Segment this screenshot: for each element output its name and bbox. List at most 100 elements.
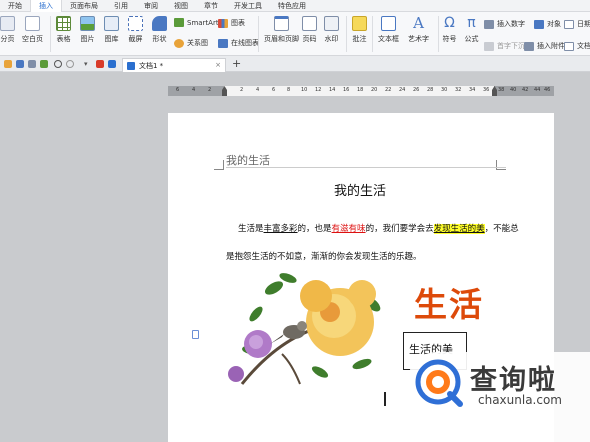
cloud-icon[interactable] xyxy=(108,60,116,68)
shapes-label: 形状 xyxy=(152,35,167,43)
paragraph-line-2[interactable]: 是抱怨生活的不如意，渐渐的你会发现生活的乐趣。 xyxy=(226,250,422,262)
ruler-number: 44 xyxy=(534,87,541,93)
first-drop-button[interactable]: 首字下沉 xyxy=(484,41,525,51)
date-button[interactable]: 日期 xyxy=(564,19,590,29)
table-button[interactable]: 表格 xyxy=(56,16,71,44)
crop-mark xyxy=(496,160,506,170)
page-number-button[interactable]: 页码 xyxy=(302,16,317,44)
doc-parts-label: 文档部 xyxy=(577,42,590,50)
ruler-number: 6 xyxy=(176,87,180,93)
close-tab-icon[interactable]: × xyxy=(215,61,221,69)
undo-icon[interactable] xyxy=(54,60,62,68)
text-cursor xyxy=(384,392,386,406)
print-icon[interactable] xyxy=(28,60,36,68)
gallery-icon xyxy=(104,16,119,31)
watermark-label: 水印 xyxy=(324,35,339,43)
tab-references[interactable]: 引用 xyxy=(106,0,136,12)
screenshot-button[interactable]: 截屏 xyxy=(128,16,143,44)
save-icon[interactable] xyxy=(16,60,24,68)
blank-page-icon xyxy=(25,16,40,31)
page-header-text[interactable]: 我的生活 xyxy=(226,152,270,168)
ruler-number: 28 xyxy=(427,87,434,93)
ribbon-divider xyxy=(50,16,51,52)
ribbon-divider xyxy=(438,16,439,52)
document-tab[interactable]: 文档1 * × xyxy=(122,58,226,72)
tab-insert[interactable]: 插入 xyxy=(30,0,62,12)
preview-icon[interactable] xyxy=(40,60,48,68)
omega-icon: Ω xyxy=(444,15,455,31)
document-title[interactable]: 我的生活 xyxy=(334,180,386,199)
relation-graph-icon xyxy=(174,38,184,48)
screenshot-icon xyxy=(128,16,143,31)
paragraph-line-1[interactable]: 生活是丰富多彩的，也是有滋有味的，我们要学会去发现生活的美，不能总 xyxy=(238,222,519,234)
tab-page-layout[interactable]: 页面布局 xyxy=(62,0,106,12)
text-run: ，不能总 xyxy=(484,224,519,234)
insert-number-button[interactable]: 插入数字 xyxy=(484,19,525,29)
ruler-number: 14 xyxy=(329,87,336,93)
chart-button[interactable]: 图表 xyxy=(218,18,245,28)
shapes-icon xyxy=(152,16,167,31)
wordart-icon: A xyxy=(413,14,424,32)
picture-icon xyxy=(80,16,95,31)
object-label: 对象 xyxy=(547,20,561,28)
watermark-icon xyxy=(324,16,339,31)
text-run: 的，我们要学会去 xyxy=(365,224,434,234)
paperclip-icon xyxy=(524,41,534,51)
symbol-button[interactable]: Ω 符号 xyxy=(442,16,457,44)
layout-options-icon[interactable] xyxy=(192,330,199,339)
textbox-label: 文本框 xyxy=(378,35,399,43)
blank-page-label: 空白页 xyxy=(22,35,43,43)
online-chart-icon xyxy=(218,38,228,48)
ribbon-divider xyxy=(372,16,373,52)
attachment-button[interactable]: 插入附件 xyxy=(524,41,565,51)
page-icon xyxy=(0,16,15,31)
horizontal-ruler[interactable]: 6 4 2 2 4 6 8 10 12 14 16 18 20 22 24 26… xyxy=(168,86,554,96)
wps-logo-icon[interactable] xyxy=(96,60,104,68)
redo-icon[interactable] xyxy=(66,60,74,68)
ruler-number: 34 xyxy=(469,87,476,93)
formula-button[interactable]: π 公式 xyxy=(464,16,479,44)
comment-button[interactable]: 批注 xyxy=(352,16,367,44)
blank-page-button[interactable]: 空白页 xyxy=(22,16,43,44)
peony-bird-image[interactable] xyxy=(222,264,386,392)
dropdown-icon[interactable]: ▾ xyxy=(84,60,92,68)
tab-home[interactable]: 开始 xyxy=(0,0,30,12)
ribbon-divider xyxy=(258,16,259,52)
picture-label: 图片 xyxy=(80,35,95,43)
ruler-number: 2 xyxy=(240,87,244,93)
folder-icon[interactable] xyxy=(4,60,12,68)
watermark-button[interactable]: 水印 xyxy=(324,16,339,44)
online-chart-label: 在线图表 xyxy=(231,39,259,47)
picture-button[interactable]: 图片 xyxy=(80,16,95,44)
tab-view[interactable]: 视图 xyxy=(166,0,196,12)
relation-graph-button[interactable]: 关系图 xyxy=(174,38,208,48)
tab-special[interactable]: 特色应用 xyxy=(270,0,314,12)
new-tab-button[interactable]: + xyxy=(232,57,241,70)
tab-section[interactable]: 章节 xyxy=(196,0,226,12)
doc-parts-button[interactable]: 文档部 xyxy=(564,41,590,51)
header-rule xyxy=(226,167,506,168)
ruler-number: 10 xyxy=(301,87,308,93)
header-footer-button[interactable]: 页眉和页脚 xyxy=(264,16,299,44)
gallery-button[interactable]: 图库 xyxy=(104,16,119,44)
ruler-number: 42 xyxy=(522,87,529,93)
ruler-number: 16 xyxy=(343,87,350,93)
ruler-number: 4 xyxy=(256,87,260,93)
tab-review[interactable]: 审阅 xyxy=(136,0,166,12)
tab-developer[interactable]: 开发工具 xyxy=(226,0,270,12)
shapes-button[interactable]: 形状 xyxy=(152,16,167,44)
textbox-button[interactable]: 文本框 xyxy=(378,16,399,44)
page-number-icon xyxy=(302,16,317,31)
ruler-number: 24 xyxy=(399,87,406,93)
watermark-cn: 查询啦 xyxy=(470,365,557,396)
cover-page-button[interactable]: 分页 xyxy=(0,16,15,44)
cover-page-label: 分页 xyxy=(0,35,15,43)
smartart-button[interactable]: SmartArt xyxy=(174,18,219,27)
calendar-icon xyxy=(564,19,574,29)
ruler-number: 38 xyxy=(498,87,505,93)
online-chart-button[interactable]: 在线图表 xyxy=(218,38,259,48)
wordart-button[interactable]: A 艺术字 xyxy=(408,16,429,44)
object-button[interactable]: 对象 xyxy=(534,19,561,29)
table-label: 表格 xyxy=(56,35,71,43)
wordart-text[interactable]: 生活 xyxy=(414,278,484,326)
